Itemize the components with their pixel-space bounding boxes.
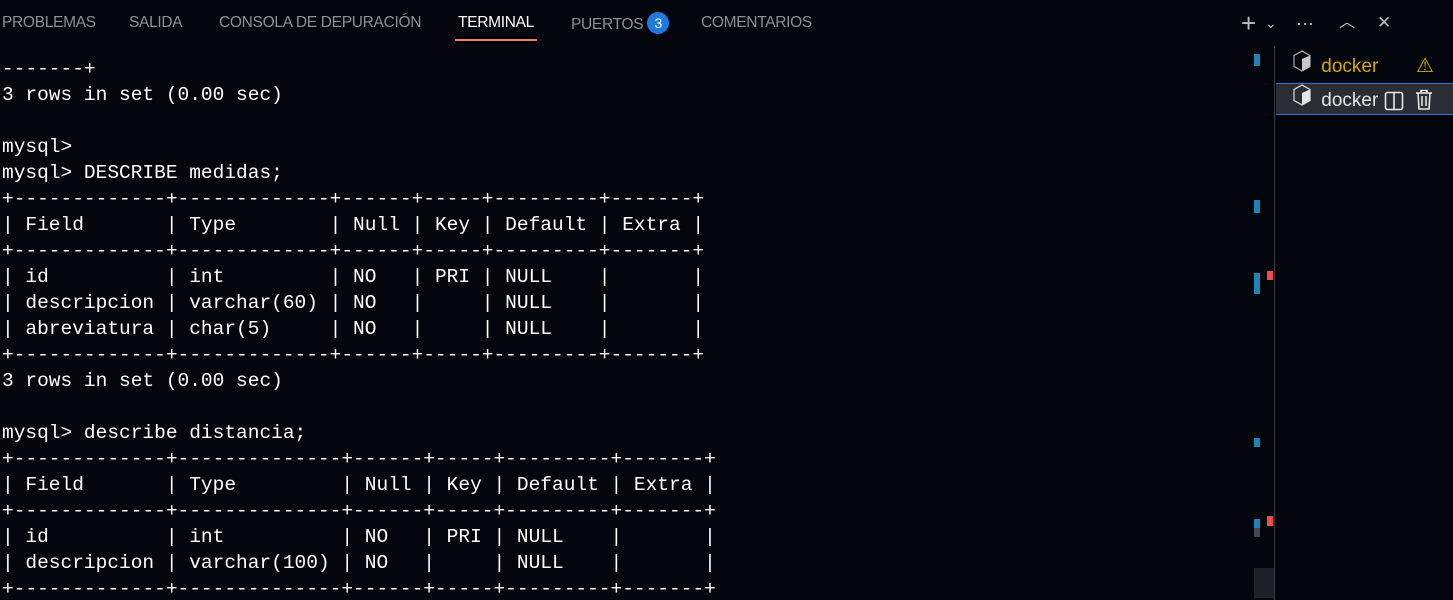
error-marker (1267, 516, 1273, 526)
maximize-panel-icon[interactable]: ︿ (1339, 10, 1355, 36)
scroll-marker (1254, 519, 1260, 528)
warning-icon: ⚠ (1416, 55, 1434, 77)
scrollbar-thumb[interactable] (1254, 568, 1274, 598)
terminal-line: | id | int | NO | PRI | NULL | | (2, 526, 716, 548)
container-icon (1292, 50, 1314, 83)
panel-tab-bar: PROBLEMAS SALIDA CONSOLA DE DEPURACIÓN T… (0, 0, 1453, 46)
terminal-instance-docker-1[interactable]: docker ⚠ (1276, 50, 1453, 82)
chevron-down-icon[interactable]: ⌄ (1265, 10, 1277, 36)
terminal-line: +-------------+-------------+------+----… (2, 240, 705, 262)
terminal-line: +-------------+-------------+------+----… (2, 188, 705, 210)
terminal-line: mysql> DESCRIBE medidas; (2, 162, 283, 184)
terminal-line: +-------------+--------------+------+---… (2, 448, 716, 470)
tab-salida[interactable]: SALIDA (129, 14, 183, 32)
terminal-line: +-------------+--------------+------+---… (2, 578, 716, 600)
terminal-line: mysql> describe distancia; (2, 422, 307, 444)
ports-count-badge: 3 (647, 12, 670, 34)
trash-icon[interactable] (1414, 89, 1434, 122)
tab-terminal[interactable]: TERMINAL (455, 14, 537, 41)
tab-puertos-label: PUERTOS (571, 16, 644, 34)
terminal-line: +-------------+-------------+------+----… (2, 344, 705, 366)
terminal-line: | descripcion | varchar(60) | NO | | NUL… (2, 292, 705, 314)
container-icon (1292, 84, 1314, 117)
terminal-line: | abreviatura | char(5) | NO | | NULL | … (2, 318, 705, 340)
terminal-output[interactable]: -------+ 3 rows in set (0.00 sec) mysql> my… (2, 56, 716, 600)
terminal-line: | descripcion | varchar(100) | NO | | NU… (2, 552, 716, 574)
terminal-line: mysql> (2, 136, 73, 158)
tab-consola-depuracion[interactable]: CONSOLA DE DEPURACIÓN (219, 14, 421, 32)
terminal-line: | Field | Type | Null | Key | Default | … (2, 214, 705, 236)
scroll-marker (1254, 438, 1260, 447)
split-terminal-icon[interactable] (1384, 90, 1404, 122)
terminal-line: 3 rows in set (0.00 sec) (2, 370, 283, 392)
terminal-line: -------+ (2, 58, 96, 80)
new-terminal-icon[interactable]: + (1241, 10, 1256, 36)
terminal-instance-docker-2[interactable]: docker (1276, 83, 1453, 115)
terminal-line: +-------------+--------------+------+---… (2, 500, 716, 522)
divider (1274, 46, 1275, 600)
terminal-line: 3 rows in set (0.00 sec) (2, 84, 283, 106)
scroll-marker (1254, 528, 1260, 537)
error-marker (1267, 271, 1273, 280)
close-panel-icon[interactable]: ✕ (1377, 10, 1391, 36)
scroll-marker (1254, 273, 1260, 294)
tab-problemas[interactable]: PROBLEMAS (2, 14, 96, 32)
terminal-line: | Field | Type | Null | Key | Default | … (2, 474, 716, 496)
tab-comentarios[interactable]: COMENTARIOS (701, 14, 812, 32)
instance-label: docker (1321, 55, 1379, 77)
more-actions-icon[interactable]: ··· (1296, 10, 1314, 36)
instance-label: docker (1321, 89, 1379, 111)
scroll-marker (1254, 54, 1260, 66)
tab-puertos[interactable]: PUERTOS 3 (571, 12, 670, 36)
panel-actions: + ⌄ ··· ︿ ✕ (1241, 10, 1453, 36)
terminal-line: | id | int | NO | PRI | NULL | | (2, 266, 705, 288)
scroll-marker (1254, 200, 1260, 213)
